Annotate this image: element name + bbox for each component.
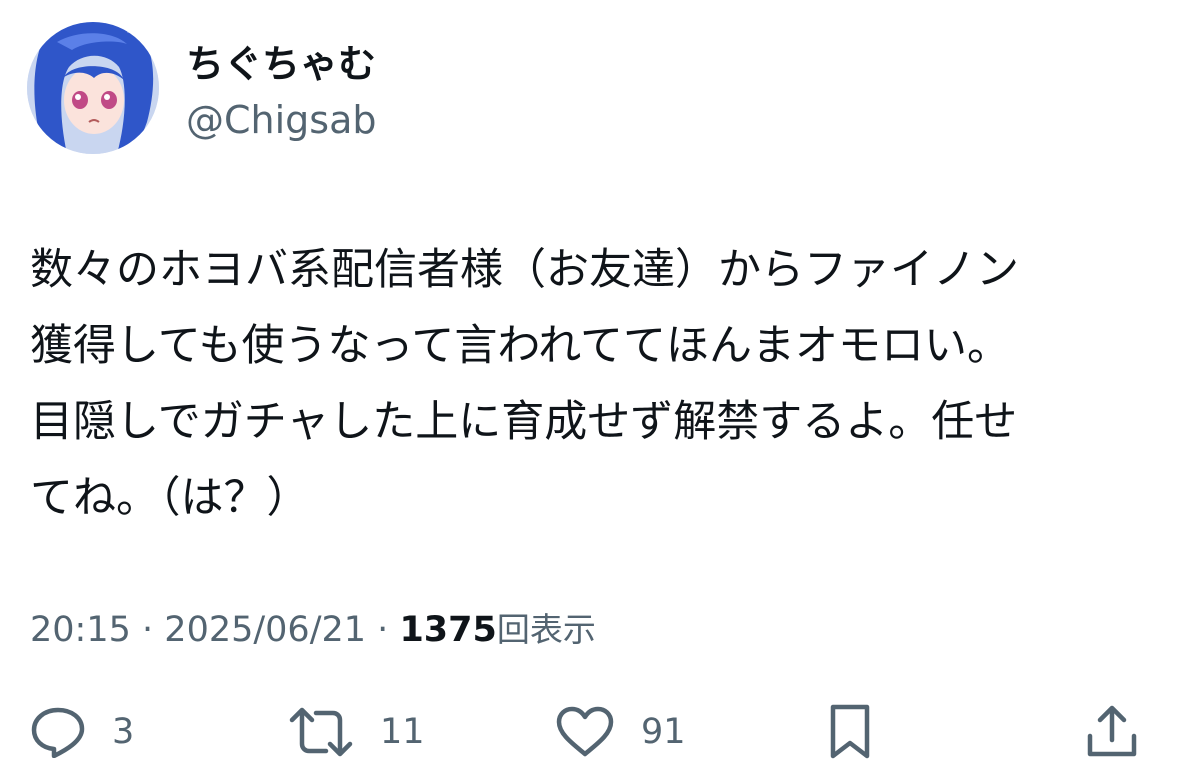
user-handle[interactable]: @Chigsab <box>186 96 377 144</box>
meta-separator: · <box>377 610 389 650</box>
view-count: 1375 <box>399 610 497 650</box>
reply-button[interactable]: 3 <box>30 700 134 764</box>
retweet-icon <box>289 707 353 757</box>
heart-icon <box>556 706 614 757</box>
tweet-text: 数々のホヨバ系配信者様（お友達）からファイノン 獲得しても使うなって言われててほ… <box>30 232 1155 536</box>
retweet-button[interactable]: 11 <box>288 700 425 764</box>
reply-icon <box>31 707 85 758</box>
tweet-text-line: てね。（は？） <box>30 473 310 523</box>
view-count-label: 回表示 <box>496 610 596 649</box>
tweet-meta: 20:15 · 2025/06/21 · 1375回表示 <box>30 606 596 654</box>
tweet-date[interactable]: 2025/06/21 <box>164 610 366 650</box>
share-button[interactable] <box>1086 700 1138 764</box>
like-button[interactable]: 91 <box>555 700 686 764</box>
action-bar: 3 11 91 <box>0 700 1179 764</box>
display-name[interactable]: ちぐちゃむ <box>186 40 376 88</box>
meta-separator: · <box>142 610 154 650</box>
avatar[interactable] <box>27 22 159 154</box>
tweet-text-line: 目隠しでガチャした上に育成せず解禁するよ。任せ <box>30 397 1018 447</box>
share-icon <box>1087 705 1137 757</box>
bookmark-button[interactable] <box>828 700 872 764</box>
reply-count: 3 <box>112 712 135 752</box>
bookmark-icon <box>830 704 870 759</box>
avatar-image <box>27 22 159 154</box>
tweet-text-line: 獲得しても使うなって言われててほんまオモロい。 <box>30 321 1010 371</box>
tweet-card: ちぐちゃむ @Chigsab 数々のホヨバ系配信者様（お友達）からファイノン 獲… <box>0 0 1179 780</box>
like-count: 91 <box>641 712 686 752</box>
tweet-text-line: 数々のホヨバ系配信者様（お友達）からファイノン <box>30 245 1019 295</box>
tweet-time[interactable]: 20:15 <box>30 610 131 650</box>
retweet-count: 11 <box>380 712 425 752</box>
